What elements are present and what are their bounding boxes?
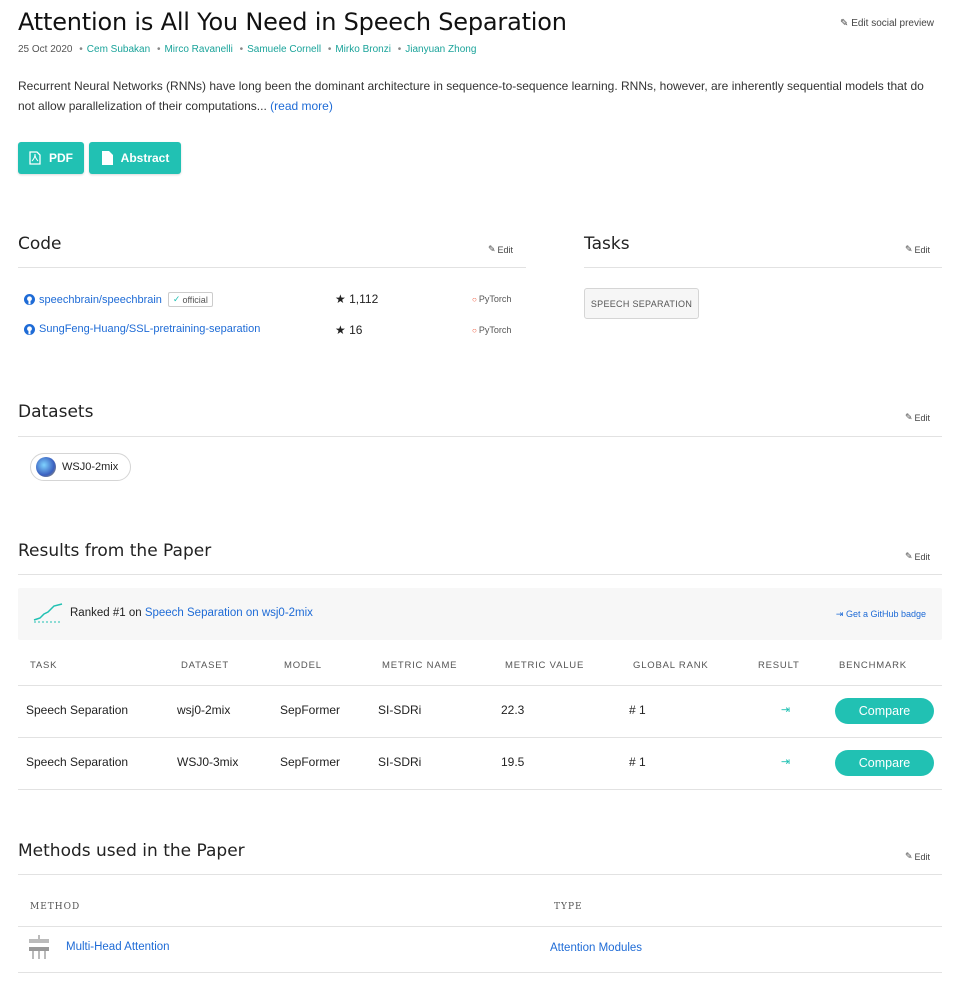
table-cell-rank: # 1: [629, 703, 646, 717]
column-header: METRIC VALUE: [505, 660, 585, 671]
table-cell-task: Speech Separation: [26, 703, 129, 717]
official-badge: ✓ official: [167, 292, 213, 307]
divider: [18, 737, 942, 738]
read-more-link[interactable]: (read more): [270, 99, 333, 113]
dataset-chip[interactable]: WSJ0-2mix: [30, 453, 131, 481]
divider: [18, 267, 526, 268]
divider: [18, 926, 942, 927]
pytorch-icon: ○: [472, 294, 477, 304]
column-header: RESULT: [758, 660, 800, 671]
result-link-icon[interactable]: ⇥: [781, 755, 790, 768]
author-link[interactable]: Cem Subakan: [87, 44, 150, 55]
table-cell-rank: # 1: [629, 755, 646, 769]
edit-social-preview-link[interactable]: ✎ Edit social preview: [840, 18, 934, 29]
author-link[interactable]: Mirko Bronzi: [335, 44, 391, 55]
author-link[interactable]: Jianyuan Zhong: [405, 44, 476, 55]
pdf-button[interactable]: PDF: [18, 142, 84, 174]
table-cell-dataset: wsj0-2mix: [177, 703, 231, 717]
edit-icon: ✎: [840, 18, 849, 29]
abstract-text: Recurrent Neural Networks (RNNs) have lo…: [18, 79, 924, 113]
edit-icon: ✎: [905, 551, 913, 561]
star-icon: ★: [335, 292, 346, 306]
column-header: METRIC NAME: [382, 660, 458, 671]
framework-label: ○ PyTorch: [472, 325, 512, 335]
document-icon: [101, 151, 113, 165]
multi-head-attention-icon: [29, 935, 49, 959]
table-cell-dataset: WSJ0-3mix: [177, 755, 239, 769]
abstract-button[interactable]: Abstract: [89, 142, 181, 174]
framework-label: ○ PyTorch: [472, 294, 512, 304]
code-repo-row: SungFeng-Huang/SSL-pretraining-separatio…: [24, 323, 260, 335]
repo-link[interactable]: SungFeng-Huang/SSL-pretraining-separatio…: [24, 323, 260, 335]
author-link[interactable]: Samuele Cornell: [247, 44, 321, 55]
star-icon: ★: [335, 323, 346, 337]
dataset-thumbnail-icon: [36, 457, 56, 477]
table-cell-model: SepFormer: [280, 703, 341, 717]
table-cell-task: Speech Separation: [26, 755, 129, 769]
results-section-title: Results from the Paper: [18, 541, 212, 561]
column-header: MODEL: [284, 660, 322, 671]
rank-text: Ranked #1 on Speech Separation on wsj0-2…: [70, 607, 313, 619]
sota-chart-icon: [33, 603, 63, 623]
repo-stars: ★ 16: [335, 323, 363, 337]
method-link[interactable]: Multi-Head Attention: [66, 941, 170, 953]
edit-icon: ✎: [905, 412, 913, 422]
edit-icon: ✎: [488, 244, 496, 254]
column-header: GLOBAL RANK: [633, 660, 709, 671]
pdf-icon: [29, 151, 41, 165]
column-header: TASK: [30, 660, 58, 671]
methods-section-title: Methods used in the Paper: [18, 841, 245, 861]
edit-icon: ✎: [905, 851, 913, 861]
result-link-icon[interactable]: ⇥: [781, 703, 790, 716]
datasets-edit-link[interactable]: ✎ Edit: [905, 412, 930, 423]
results-edit-link[interactable]: ✎ Edit: [905, 551, 930, 562]
table-cell-value: 19.5: [501, 755, 525, 769]
divider: [18, 874, 942, 875]
code-edit-link[interactable]: ✎ Edit: [488, 244, 513, 255]
leaderboard-link[interactable]: Speech Separation on wsj0-2mix: [145, 607, 313, 619]
tasks-edit-link[interactable]: ✎ Edit: [905, 244, 930, 255]
divider: [18, 574, 942, 575]
code-repo-row: speechbrain/speechbrain ✓ official: [24, 292, 213, 307]
divider: [18, 685, 942, 686]
divider: [584, 267, 942, 268]
pytorch-icon: ○: [472, 325, 477, 335]
table-cell-metric: SI-SDRi: [378, 703, 422, 717]
arrow-in-icon: ⇥: [835, 609, 844, 619]
compare-button[interactable]: Compare: [835, 750, 934, 776]
tasks-section-title: Tasks: [584, 234, 630, 254]
code-section-title: Code: [18, 234, 62, 254]
github-badge-link[interactable]: ⇥ Get a GitHub badge: [836, 609, 926, 620]
table-cell-model: SepFormer: [280, 755, 341, 769]
divider: [18, 436, 942, 437]
github-icon: [24, 323, 35, 335]
repo-stars: ★ 1,112: [335, 292, 379, 306]
author-link[interactable]: Mirco Ravanelli: [164, 44, 232, 55]
check-circle-icon: ✓: [172, 294, 181, 304]
datasets-section-title: Datasets: [18, 402, 94, 422]
divider: [18, 789, 942, 790]
table-cell-metric: SI-SDRi: [378, 755, 422, 769]
github-icon: [24, 294, 35, 305]
column-header: DATASET: [181, 660, 230, 671]
edit-icon: ✎: [905, 244, 913, 254]
column-header: TYPE: [554, 902, 583, 912]
table-cell-value: 22.3: [501, 703, 525, 717]
repo-link[interactable]: speechbrain/speechbrain: [24, 294, 162, 306]
page-title: Attention is All You Need in Speech Sepa…: [18, 8, 567, 36]
methods-edit-link[interactable]: ✎ Edit: [905, 851, 930, 862]
publish-date: 25 Oct 2020: [18, 44, 73, 55]
column-header: METHOD: [30, 902, 81, 912]
method-type-link[interactable]: Attention Modules: [550, 942, 642, 954]
compare-button[interactable]: Compare: [835, 698, 934, 724]
column-header: BENCHMARK: [839, 660, 907, 671]
divider: [18, 972, 942, 973]
task-chip[interactable]: SPEECH SEPARATION: [584, 288, 699, 319]
paper-meta: 25 Oct 2020 • Cem Subakan • Mirco Ravanell…: [18, 44, 477, 55]
